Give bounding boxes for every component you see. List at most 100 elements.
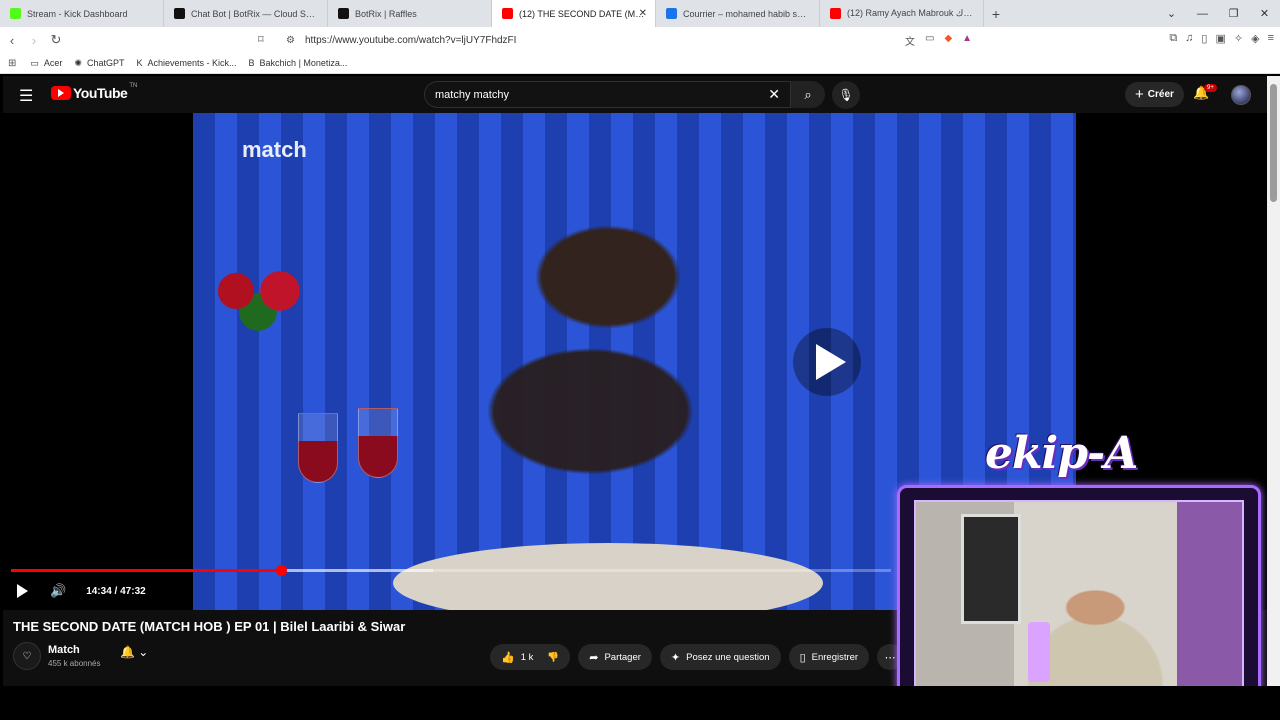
search-button[interactable]: ⌕ — [791, 81, 825, 108]
youtube-logo[interactable]: YouTube TN — [51, 83, 138, 101]
channel-name[interactable]: Match — [48, 644, 80, 656]
share-label: Partager — [604, 651, 641, 663]
vpn-icon[interactable]: ◈ — [1251, 32, 1259, 45]
webcam-frame — [897, 485, 1261, 712]
bookmark-item[interactable]: B Bakchich | Monetiza... — [249, 58, 348, 68]
bookmark-label: ChatGPT — [86, 58, 125, 68]
tab-label: (12) THE SECOND DATE (MATCH — [519, 8, 645, 19]
address-bar: ‹ › ↻ ⌑ ⚙ https://www.youtube.com/watch?… — [0, 27, 1280, 53]
save-button[interactable]: ▯ Enregistrer — [788, 644, 870, 670]
bookmark-item[interactable]: K Achievements - Kick... — [136, 58, 236, 68]
chatgpt-icon: ✺ — [74, 57, 82, 68]
search-icon: ⌕ — [804, 86, 812, 102]
cast-icon[interactable]: ▭ — [925, 33, 934, 48]
browser-tab[interactable]: (12) THE SECOND DATE (MATCH✕ — [492, 0, 656, 27]
tab-label: BotRix | Raffles — [355, 8, 417, 19]
like-button[interactable]: 👍 1 k 👎 — [490, 644, 571, 670]
scrollbar-thumb[interactable] — [1270, 84, 1277, 202]
media-icon[interactable]: ♫ — [1185, 32, 1193, 45]
browser-tab[interactable]: Stream - Kick Dashboard — [0, 0, 164, 27]
tab-favicon-icon — [502, 8, 513, 19]
menu-icon[interactable]: ≡ — [1268, 32, 1274, 45]
video-actions: 👍 1 k 👎 ➦ Partager ✦ Posez une question … — [490, 644, 904, 670]
url-field[interactable]: ⚙ https://www.youtube.com/watch?v=ljUY7F… — [278, 30, 1000, 50]
bookmark-item[interactable]: ✺ ChatGPT — [74, 58, 124, 69]
hamburger-menu-icon[interactable]: ☰ — [19, 86, 33, 106]
share-button[interactable]: ➦ Partager — [578, 644, 652, 670]
tab-label: (12) Ramy Ayach Mabrouk رامي عياش مبروك — [847, 8, 973, 18]
browser-tab[interactable]: BotRix | Raffles — [328, 0, 492, 27]
youtube-play-logo-icon — [51, 86, 71, 100]
sidebar-icon[interactable]: ▯ — [1201, 32, 1207, 45]
create-button[interactable]: + Créer — [1125, 82, 1184, 107]
search-query: matchy matchy — [435, 88, 509, 101]
browser-tab[interactable]: (12) Ramy Ayach Mabrouk رامي عياش مبروك — [820, 0, 984, 27]
site-info-icon[interactable]: ⚙ — [286, 35, 295, 46]
close-window-button[interactable]: ✕ — [1249, 7, 1280, 20]
leo-ai-icon[interactable]: ✧ — [1234, 32, 1243, 45]
back-icon[interactable]: ‹ — [2, 33, 22, 48]
url-text: https://www.youtube.com/watch?v=ljUY7Fhd… — [304, 34, 517, 46]
volume-icon[interactable]: 🔊 — [50, 583, 66, 599]
subscription-bell-button[interactable]: 🔔 ⌄ — [120, 645, 148, 659]
minimize-button[interactable]: — — [1187, 8, 1218, 20]
translate-icon[interactable]: 文 — [905, 33, 915, 48]
video-title: THE SECOND DATE (MATCH HOB ) EP 01 | Bil… — [13, 619, 406, 634]
new-tab-button[interactable]: + — [984, 6, 1008, 22]
country-code: TN — [129, 83, 138, 89]
forward-icon[interactable]: › — [24, 33, 44, 48]
voice-search-button[interactable]: 🎙 — [832, 81, 860, 109]
bookmark-label: Achievements - Kick... — [147, 58, 237, 68]
progress-scrubber[interactable] — [275, 565, 287, 576]
webcam-feed — [914, 500, 1244, 696]
progress-played — [11, 569, 281, 572]
dislike-icon[interactable]: 👎 — [547, 652, 559, 663]
folder-icon: ▭ — [30, 57, 39, 68]
brave-shield-icon[interactable]: ◆ — [944, 33, 952, 48]
bookmark-label: Bakchich | Monetiza... — [259, 58, 348, 68]
play-icon[interactable] — [17, 584, 28, 598]
wallet-icon[interactable]: ▣ — [1215, 32, 1225, 45]
extensions-icon[interactable]: ⧉ — [1169, 32, 1177, 45]
channel-avatar[interactable]: ♡ — [13, 642, 41, 670]
create-label: Créer — [1147, 89, 1174, 100]
stream-overlay-logo: ekip-A — [985, 428, 1138, 479]
youtube-logo-text: YouTube — [73, 85, 128, 101]
tab-search-icon[interactable]: ⌄ — [1156, 7, 1187, 20]
clear-search-icon[interactable]: ✕ — [768, 86, 780, 103]
tab-favicon-icon — [338, 8, 349, 19]
page-scrollbar[interactable] — [1267, 76, 1280, 686]
brave-rewards-icon[interactable]: ▲ — [962, 33, 972, 48]
big-play-button[interactable] — [793, 328, 861, 396]
reload-icon[interactable]: ↻ — [46, 32, 66, 48]
like-count: 1 k — [520, 651, 534, 663]
tab-label: Chat Bot | BotRix — Cloud Streaming — [191, 8, 317, 19]
sparkle-icon: ✦ — [670, 651, 681, 664]
bookmark-label: Acer — [43, 58, 63, 68]
bakchich-icon: B — [248, 58, 255, 68]
youtube-header: ☰ YouTube TN matchy matchy ✕ ⌕ 🎙 + Créer… — [3, 76, 1267, 113]
tab-favicon-icon — [666, 8, 677, 19]
maximize-button[interactable]: ❐ — [1218, 7, 1249, 20]
thumbs-up-icon: 👍 — [501, 651, 515, 664]
tab-close-icon[interactable]: ✕ — [639, 8, 647, 19]
search-input[interactable]: matchy matchy ✕ — [424, 81, 791, 108]
bookmark-save-icon: ▯ — [799, 651, 806, 664]
tab-label: Stream - Kick Dashboard — [27, 8, 128, 19]
user-avatar[interactable] — [1231, 85, 1251, 105]
taskbar-strip — [0, 686, 1280, 720]
browser-tab[interactable]: Chat Bot | BotRix — Cloud Streaming — [164, 0, 328, 27]
player-controls: 🔊 14:34 / 47:32 — [17, 583, 146, 599]
bookmark-item[interactable]: ▭ Acer — [30, 58, 62, 69]
tab-favicon-icon — [10, 8, 21, 19]
apps-grid-icon[interactable]: ⊞ — [8, 58, 16, 69]
bookmark-icon[interactable]: ⌑ — [258, 33, 264, 46]
ask-question-button[interactable]: ✦ Posez une question — [659, 644, 781, 670]
brand-watermark: match — [242, 137, 307, 162]
browser-tab[interactable]: Courrier – mohamed habib souaied — [656, 0, 820, 27]
share-icon: ➦ — [589, 651, 599, 664]
progress-bar[interactable] — [11, 565, 891, 576]
kick-icon: K — [136, 58, 143, 68]
time-current: 14:34 — [86, 585, 112, 597]
wine-glass-image — [358, 408, 398, 478]
